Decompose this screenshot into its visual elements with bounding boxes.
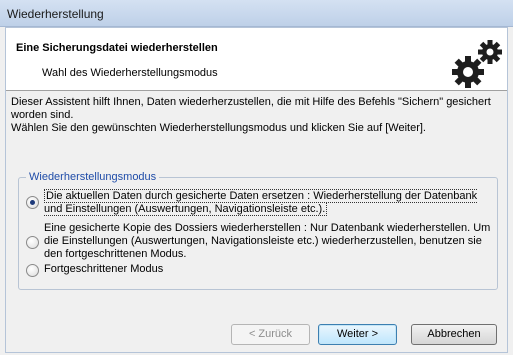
next-button[interactable]: Weiter >: [318, 324, 397, 345]
wizard-header: Eine Sicherungsdatei wiederherstellen Wa…: [6, 28, 507, 91]
radio-label-copy: Eine gesicherte Kopie des Dossiers wiede…: [44, 222, 491, 260]
group-legend: Wiederherstellungsmodus: [26, 171, 160, 183]
title-bar: Wiederherstellung: [0, 0, 513, 27]
header-subtitle: Wahl des Wiederherstellungsmodus: [42, 67, 218, 79]
window-title: Wiederherstellung: [7, 7, 104, 21]
restore-mode-group: Wiederherstellungsmodus Die aktuellen Da…: [18, 171, 498, 290]
radio-button[interactable]: [26, 236, 39, 249]
wizard-dialog: Eine Sicherungsdatei wiederherstellen Wa…: [5, 27, 508, 353]
radio-button[interactable]: [26, 196, 39, 209]
cancel-button[interactable]: Abbrechen: [411, 324, 497, 345]
intro-text: Dieser Assistent hilft Ihnen, Daten wied…: [11, 96, 505, 135]
back-button[interactable]: < Zurück: [231, 324, 310, 345]
gears-icon: [452, 40, 502, 88]
radio-label-replace: Die aktuellen Daten durch gesicherte Dat…: [44, 189, 478, 216]
intro-line-2: Wählen Sie den gewünschten Wiederherstel…: [11, 122, 426, 134]
header-title: Eine Sicherungsdatei wiederherstellen: [16, 42, 218, 54]
intro-line-1: Dieser Assistent hilft Ihnen, Daten wied…: [11, 96, 491, 121]
radio-label-advanced: Fortgeschrittener Modus: [44, 263, 164, 275]
radio-button[interactable]: [26, 264, 39, 277]
